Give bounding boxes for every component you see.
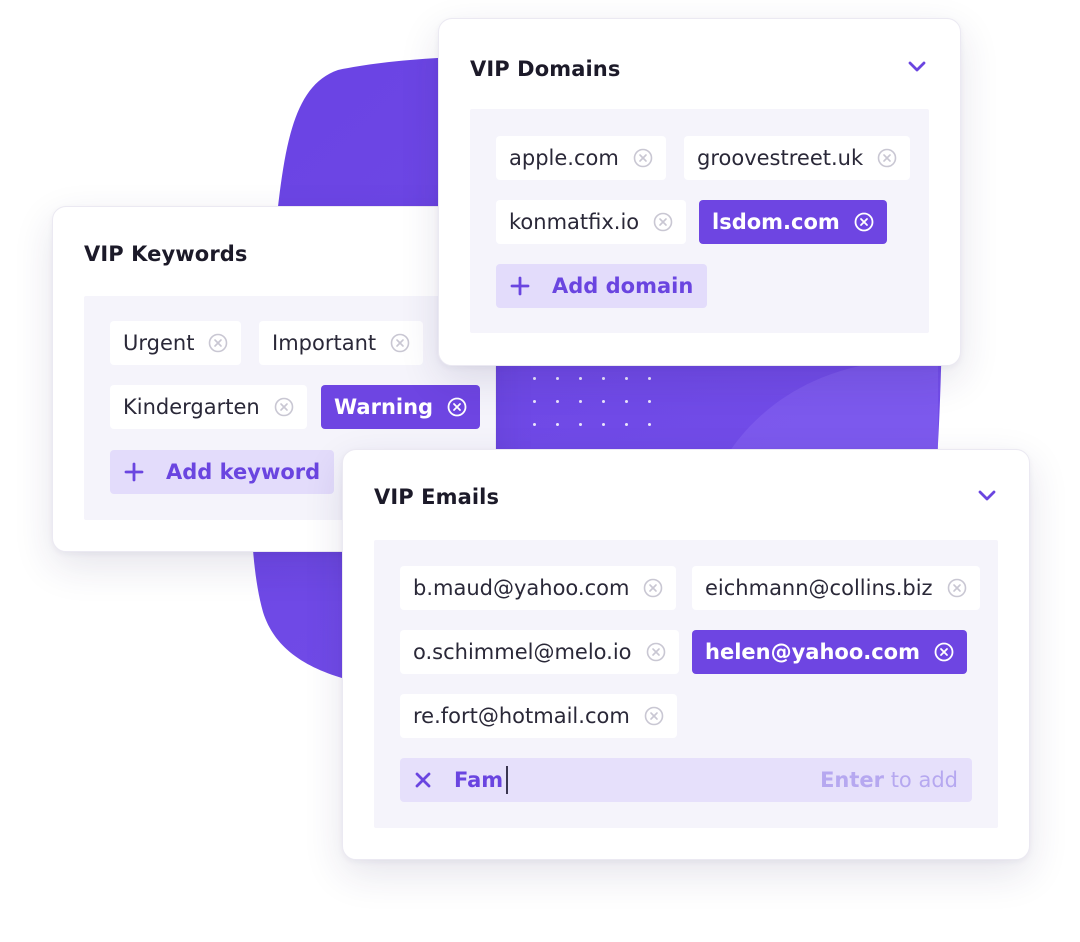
keyword-chip[interactable]: Urgent [110,321,242,365]
email-chip-label: eichmann@collins.biz [705,576,933,600]
email-chip-selected[interactable]: helen@yahoo.com [692,630,967,674]
domain-chip-selected[interactable]: lsdom.com [699,200,887,244]
email-chip[interactable]: re.fort@hotmail.com [400,694,677,738]
email-chip-label: helen@yahoo.com [705,640,920,664]
email-chip-label: o.schimmel@melo.io [413,640,632,664]
plus-icon [124,462,144,482]
remove-circle-icon[interactable] [653,212,673,232]
domain-chip-label: konmatfix.io [509,210,640,234]
enter-key-label: Enter [820,768,885,792]
remove-circle-icon[interactable] [644,706,664,726]
chevron-down-icon[interactable] [905,55,929,79]
close-icon[interactable] [414,771,432,789]
remove-circle-icon[interactable] [934,642,954,662]
vip-domains-card: VIP Domains apple.com groovestreet.uk ko… [438,18,961,366]
keyword-chip-label: Important [272,331,377,355]
domain-chip[interactable]: groovestreet.uk [684,136,911,180]
remove-circle-icon[interactable] [208,333,228,353]
keyword-chip[interactable]: Important [259,321,424,365]
enter-to-add-hint: Enter to add [820,768,958,792]
domain-chip-label: apple.com [509,146,619,170]
vip-keywords-title: VIP Keywords [84,242,248,266]
keyword-chip[interactable]: Kindergarten [110,385,307,429]
remove-circle-icon[interactable] [274,397,294,417]
vip-emails-card: VIP Emails b.maud@yahoo.com eichmann@col… [342,449,1030,860]
vip-domains-title: VIP Domains [470,57,621,81]
vip-emails-title: VIP Emails [374,485,500,509]
email-entry-input[interactable]: Fam Enter to add [400,758,972,802]
email-chip[interactable]: eichmann@collins.biz [692,566,980,610]
add-domain-button[interactable]: Add domain [496,264,708,308]
remove-circle-icon[interactable] [854,212,874,232]
remove-circle-icon[interactable] [633,148,653,168]
text-cursor [506,766,508,794]
remove-circle-icon[interactable] [390,333,410,353]
domain-chip-label: groovestreet.uk [697,146,864,170]
to-add-label: to add [890,768,958,792]
remove-circle-icon[interactable] [877,148,897,168]
remove-circle-icon[interactable] [447,397,467,417]
emails-panel: b.maud@yahoo.com eichmann@collins.biz o.… [374,540,998,828]
domain-chip[interactable]: apple.com [496,136,666,180]
domain-chip-label: lsdom.com [712,210,840,234]
add-domain-label: Add domain [552,274,694,298]
email-entry-value[interactable]: Fam [454,768,503,792]
plus-icon [510,276,530,296]
keyword-chip-selected[interactable]: Warning [321,385,481,429]
keyword-chip-label: Urgent [123,331,195,355]
domain-chip[interactable]: konmatfix.io [496,200,687,244]
chevron-down-icon[interactable] [975,484,999,508]
email-chip-label: b.maud@yahoo.com [413,576,630,600]
dot-pattern [530,370,660,430]
email-chip[interactable]: b.maud@yahoo.com [400,566,677,610]
add-keyword-label: Add keyword [166,460,321,484]
add-keyword-button[interactable]: Add keyword [110,450,335,494]
domains-panel: apple.com groovestreet.uk konmatfix.io l… [470,109,929,333]
remove-circle-icon[interactable] [947,578,967,598]
remove-circle-icon[interactable] [643,578,663,598]
email-chip-label: re.fort@hotmail.com [413,704,630,728]
keyword-chip-label: Warning [334,395,434,419]
remove-circle-icon[interactable] [646,642,666,662]
keyword-chip-label: Kindergarten [123,395,260,419]
email-chip[interactable]: o.schimmel@melo.io [400,630,679,674]
